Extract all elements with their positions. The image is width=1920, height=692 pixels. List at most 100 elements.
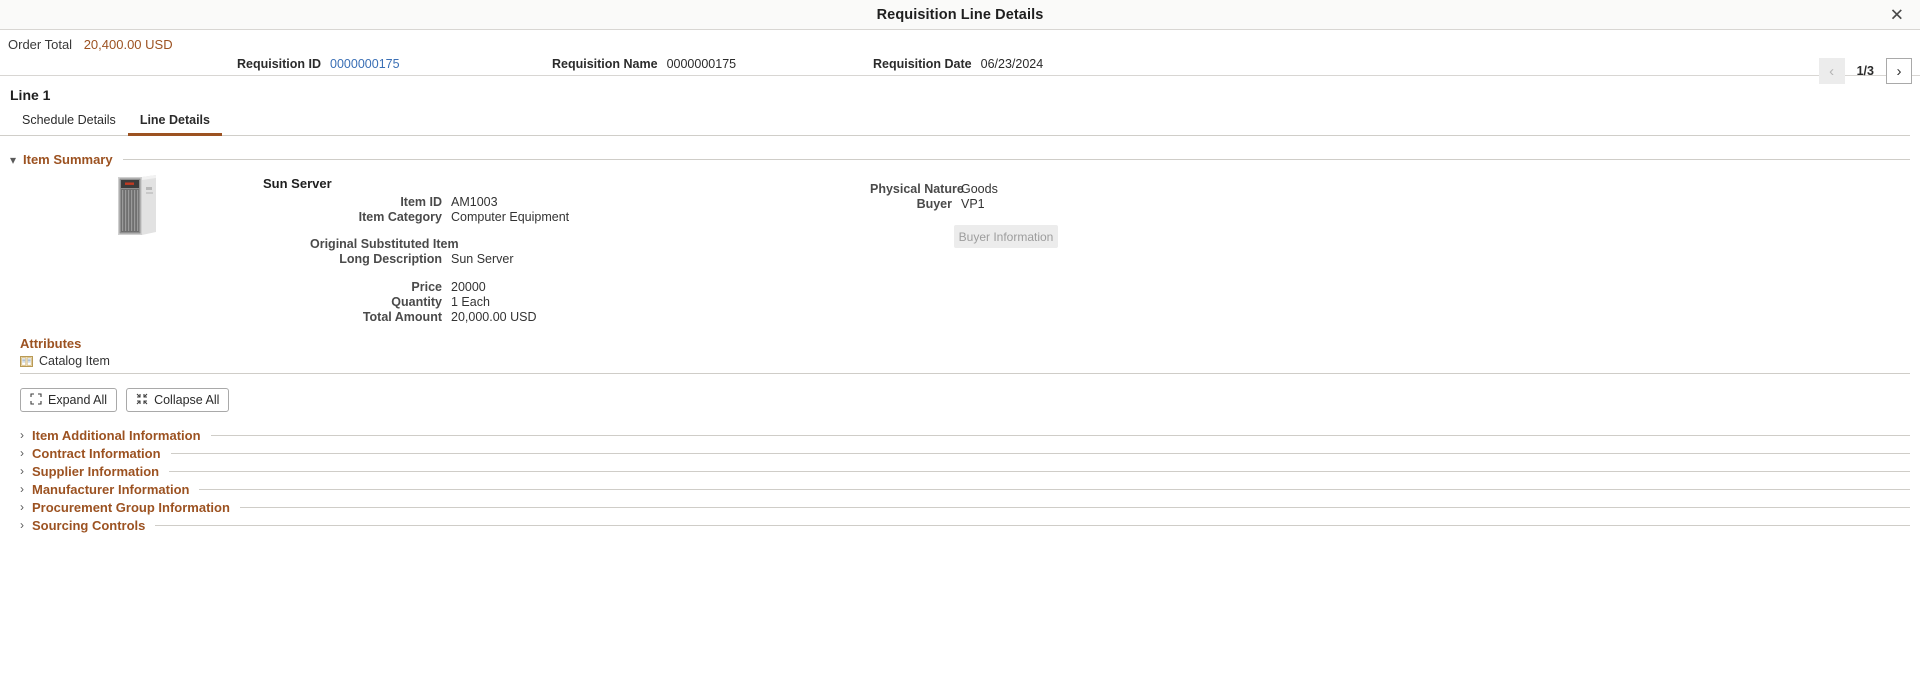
- divider: [239, 506, 1910, 508]
- collapse-all-label: Collapse All: [154, 393, 220, 407]
- field-item-category: Item Category Computer Equipment: [310, 210, 569, 225]
- section-label: Contract Information: [32, 445, 161, 461]
- field-value: Goods: [961, 182, 998, 196]
- requisition-fields: Requisition ID 0000000175 Requisition Na…: [0, 53, 1450, 75]
- section-label: Sourcing Controls: [32, 517, 146, 533]
- divider: [170, 452, 1910, 454]
- item-name: Sun Server: [263, 176, 332, 191]
- field-value: 20,000.00 USD: [451, 310, 537, 324]
- chevron-left-icon[interactable]: ‹: [1818, 58, 1845, 84]
- requisition-date-label: Requisition Date: [873, 57, 972, 71]
- field-label: Total Amount: [362, 310, 442, 324]
- divider: [199, 488, 1910, 490]
- requisition-date-field: Requisition Date 06/23/2024: [873, 57, 1043, 71]
- attribute-catalog-item: Catalog Item: [20, 354, 1920, 373]
- section-title-item-summary: Item Summary: [23, 152, 113, 167]
- field-value: Computer Equipment: [451, 210, 570, 224]
- expand-all-label: Expand All: [48, 393, 108, 407]
- chevron-right-icon: ›: [20, 428, 24, 442]
- field-total-amount: Total Amount 20,000.00 USD: [310, 310, 537, 325]
- divider: [155, 524, 1910, 526]
- modal-title-bar: Requisition Line Details ✕: [0, 0, 1920, 30]
- pager-count: 1/3: [1856, 64, 1874, 78]
- order-total-value: 20,400.00 USD: [83, 37, 173, 52]
- section-supplier-information[interactable]: › Supplier Information: [0, 462, 1920, 480]
- chevron-down-icon: ▾: [10, 152, 17, 167]
- field-value: 1 Each: [451, 295, 490, 309]
- collapse-all-button[interactable]: Collapse All: [126, 388, 230, 412]
- divider: [169, 470, 1910, 472]
- field-label: Original Substituted Item: [310, 237, 459, 251]
- field-quantity: Quantity 1 Each: [310, 295, 536, 310]
- chevron-right-icon: ›: [20, 518, 24, 532]
- section-contract-information[interactable]: › Contract Information: [0, 444, 1920, 462]
- field-value: 20000: [451, 280, 486, 294]
- divider: [122, 159, 1910, 160]
- tab-schedule-details[interactable]: Schedule Details: [10, 113, 128, 136]
- section-procurement-group-information[interactable]: › Procurement Group Information: [0, 498, 1920, 516]
- chevron-right-icon: ›: [20, 482, 24, 496]
- field-value: Sun Server: [451, 252, 514, 266]
- tab-bar: Schedule Details Line Details: [0, 109, 1910, 136]
- field-label: Long Description: [339, 252, 442, 266]
- requisition-id-value[interactable]: 0000000175: [330, 57, 400, 71]
- field-item-id: Item ID AM1003: [310, 195, 569, 210]
- page-title: Requisition Line Details: [876, 6, 1044, 23]
- expand-collapse-toolbar: Expand All Collapse All: [0, 374, 1920, 412]
- chevron-right-icon: ›: [20, 446, 24, 460]
- field-buyer: Buyer VP1: [870, 197, 998, 212]
- field-value: VP1: [961, 197, 985, 211]
- order-total-label: Order Total: [8, 37, 73, 52]
- section-label: Supplier Information: [32, 463, 160, 479]
- collapsed-sections-list: › Item Additional Information › Contract…: [0, 426, 1920, 534]
- tab-line-details[interactable]: Line Details: [127, 113, 222, 136]
- close-icon[interactable]: ✕: [1886, 4, 1908, 25]
- requisition-name-value: 0000000175: [666, 57, 737, 71]
- field-value: AM1003: [451, 195, 498, 209]
- divider: [210, 434, 1910, 436]
- expand-all-icon: [30, 392, 42, 408]
- field-original-substituted-item: Original Substituted Item: [310, 237, 514, 252]
- collapse-all-icon: [136, 393, 148, 408]
- attributes-title: Attributes: [20, 336, 82, 351]
- item-identity-fields: Item ID AM1003 Item Category Computer Eq…: [310, 195, 569, 225]
- section-label: Procurement Group Information: [32, 499, 230, 515]
- item-right-fields: Physical Nature Goods Buyer VP1: [870, 182, 998, 212]
- chevron-right-icon: ›: [20, 464, 24, 478]
- field-price: Price 20000: [310, 280, 536, 295]
- item-description-fields: Original Substituted Item Long Descripti…: [310, 237, 514, 267]
- field-label: Physical Nature: [870, 182, 964, 196]
- server-rack-image: [118, 175, 156, 235]
- attribute-label: Catalog Item: [39, 354, 110, 368]
- chevron-right-icon: ›: [20, 500, 24, 514]
- section-label: Item Additional Information: [32, 427, 201, 443]
- attributes-section: Attributes Catalog Item: [0, 336, 1920, 374]
- field-long-description: Long Description Sun Server: [310, 252, 514, 267]
- requisition-date-value: 06/23/2024: [980, 57, 1044, 71]
- chevron-right-icon[interactable]: ›: [1886, 58, 1912, 84]
- expand-all-button[interactable]: Expand All: [20, 388, 118, 412]
- requisition-name-label: Requisition Name: [552, 57, 658, 71]
- line-heading: Line 1: [10, 87, 51, 103]
- requisition-id-field: Requisition ID 0000000175: [237, 57, 400, 71]
- catalog-item-icon: [20, 355, 33, 367]
- order-total: Order Total 20,400.00 USD: [8, 37, 173, 52]
- requisition-id-label: Requisition ID: [237, 57, 322, 71]
- field-physical-nature: Physical Nature Goods: [870, 182, 998, 197]
- section-header-item-summary[interactable]: ▾ Item Summary: [0, 152, 1920, 167]
- field-label: Buyer: [916, 197, 952, 211]
- field-label: Item Category: [358, 210, 442, 224]
- section-item-additional-information[interactable]: › Item Additional Information: [0, 426, 1920, 444]
- requisition-header: Order Total 20,400.00 USD Requisition ID…: [0, 30, 1920, 84]
- requisition-name-field: Requisition Name 0000000175: [552, 57, 736, 71]
- section-sourcing-controls[interactable]: › Sourcing Controls: [0, 516, 1920, 534]
- item-pricing-fields: Price 20000 Quantity 1 Each Total Amount…: [310, 280, 537, 325]
- field-label: Quantity: [391, 295, 442, 309]
- buyer-information-button[interactable]: Buyer Information: [954, 225, 1058, 248]
- section-manufacturer-information[interactable]: › Manufacturer Information: [0, 480, 1920, 498]
- pager: ‹ 1/3 ›: [1818, 58, 1912, 84]
- section-label: Manufacturer Information: [32, 481, 190, 497]
- field-label: Price: [411, 280, 442, 294]
- field-label: Item ID: [400, 195, 442, 209]
- item-summary-body: Sun Server Item ID AM1003 Item Category …: [0, 167, 1920, 337]
